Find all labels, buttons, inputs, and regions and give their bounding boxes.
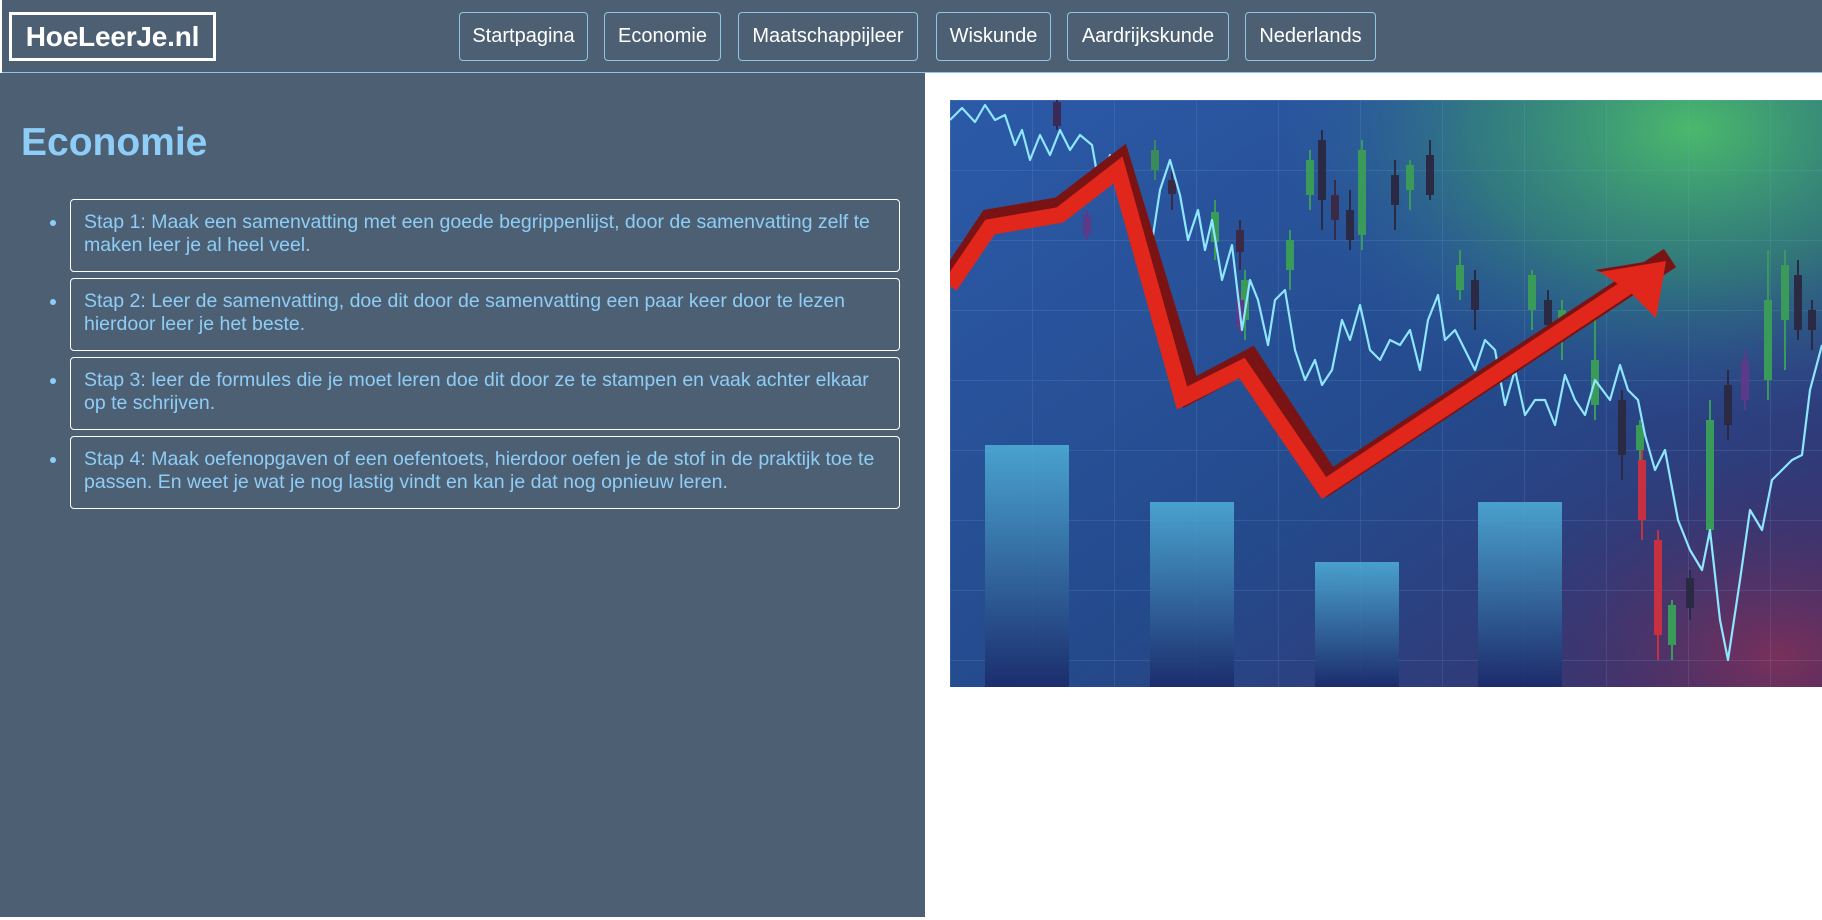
step-text: Stap 4: Maak oefenopgaven of een oefento… — [84, 448, 875, 493]
bullet-icon — [50, 378, 56, 384]
stock-chart-image — [950, 100, 1822, 687]
top-navigation-bar: HoeLeerJe.nl Startpagina Economie Maatsc… — [2, 0, 1822, 73]
page-title: Economie — [21, 121, 208, 164]
nav-maatschappijleer-button[interactable]: Maatschappijleer — [738, 12, 918, 61]
step-text: Stap 1: Maak een samenvatting met een go… — [84, 211, 870, 256]
stock-market-chart-illustration — [950, 100, 1822, 687]
bullet-icon — [50, 457, 56, 463]
step-item: Stap 2: Leer de samenvatting, doe dit do… — [50, 278, 900, 351]
bullet-icon — [50, 299, 56, 305]
step-text: Stap 3: leer de formules die je moet ler… — [84, 369, 869, 414]
nav-aardrijkskunde-button[interactable]: Aardrijkskunde — [1067, 12, 1229, 61]
nav-nederlands-button[interactable]: Nederlands — [1245, 12, 1376, 61]
study-steps-list: Stap 1: Maak een samenvatting met een go… — [50, 199, 900, 515]
step-item: Stap 3: leer de formules die je moet ler… — [50, 357, 900, 430]
nav-economie-button[interactable]: Economie — [604, 12, 721, 61]
content-panel: Economie Stap 1: Maak een samenvatting m… — [0, 73, 925, 917]
step-text: Stap 2: Leer de samenvatting, doe dit do… — [84, 290, 845, 335]
nav-startpagina-button[interactable]: Startpagina — [459, 12, 588, 61]
site-logo-text: HoeLeerJe.nl — [25, 20, 200, 52]
bullet-icon — [50, 220, 56, 226]
nav-wiskunde-button[interactable]: Wiskunde — [936, 12, 1051, 61]
step-item: Stap 1: Maak een samenvatting met een go… — [50, 199, 900, 272]
step-item: Stap 4: Maak oefenopgaven of een oefento… — [50, 436, 900, 509]
site-logo[interactable]: HoeLeerJe.nl — [9, 12, 216, 61]
